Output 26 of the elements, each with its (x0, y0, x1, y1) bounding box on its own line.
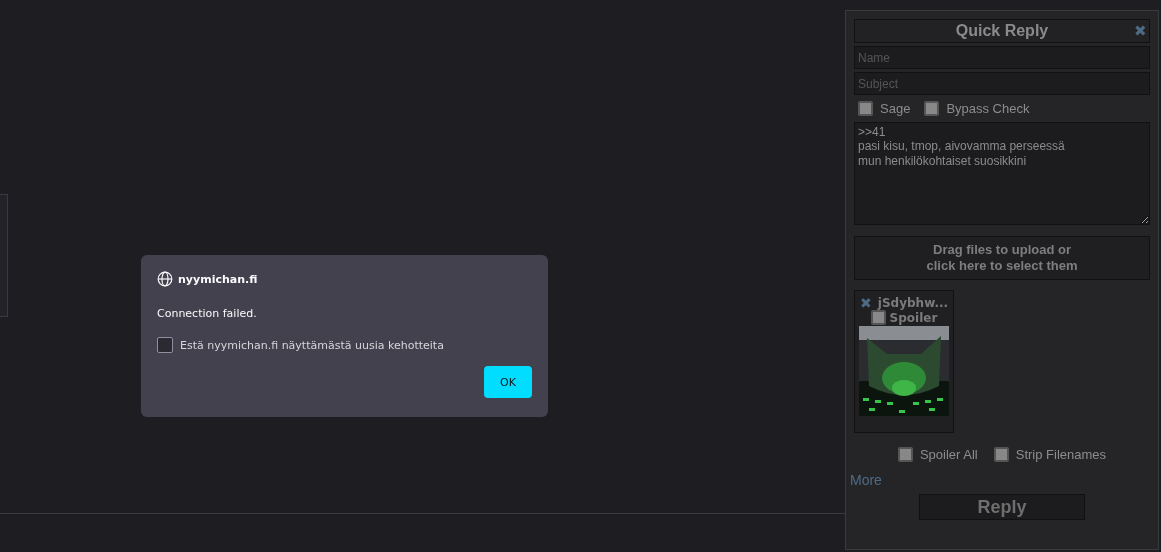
checkbox-label: Bypass Check (946, 101, 1030, 116)
checkbox[interactable] (993, 447, 1009, 462)
reply-button[interactable]: Reply (919, 494, 1085, 520)
name-field[interactable]: Name (854, 46, 1150, 69)
checkbox-label: Spoiler All (919, 447, 978, 462)
checkbox[interactable] (157, 337, 173, 353)
globe-icon (157, 271, 173, 287)
checkbox[interactable] (897, 447, 913, 462)
upload-dropzone[interactable]: Drag files to upload or click here to select them (854, 236, 1150, 280)
message-field[interactable]: >>41 pasi kisu, tmop, aivovamma perseessä mun henkilökohtaiset suosikkini (854, 122, 1150, 225)
more-link[interactable]: More (850, 472, 882, 488)
subject-field[interactable]: Subject (854, 72, 1150, 95)
site-name: nyymichan.fi (178, 272, 258, 286)
checkbox[interactable] (870, 310, 886, 325)
checkbox[interactable] (924, 101, 940, 116)
panel-title: Quick Reply (955, 22, 1049, 40)
checkbox[interactable] (858, 101, 873, 116)
remove-button[interactable]: ✖ (859, 296, 872, 310)
ok-button[interactable]: OK (484, 366, 532, 398)
checkbox-label: Sage (880, 101, 911, 116)
checkbox-label: Strip Filenames (1015, 447, 1107, 462)
checkbox-label: Estä nyymichan.fi näyttämästä uusia kehotteita (180, 338, 444, 352)
dialog-message: Connection failed. (157, 307, 258, 320)
close-button[interactable]: ✖ (1134, 23, 1147, 38)
file-name: jSdybhw... (877, 296, 949, 310)
checkbox-label: Spoiler (889, 310, 938, 325)
